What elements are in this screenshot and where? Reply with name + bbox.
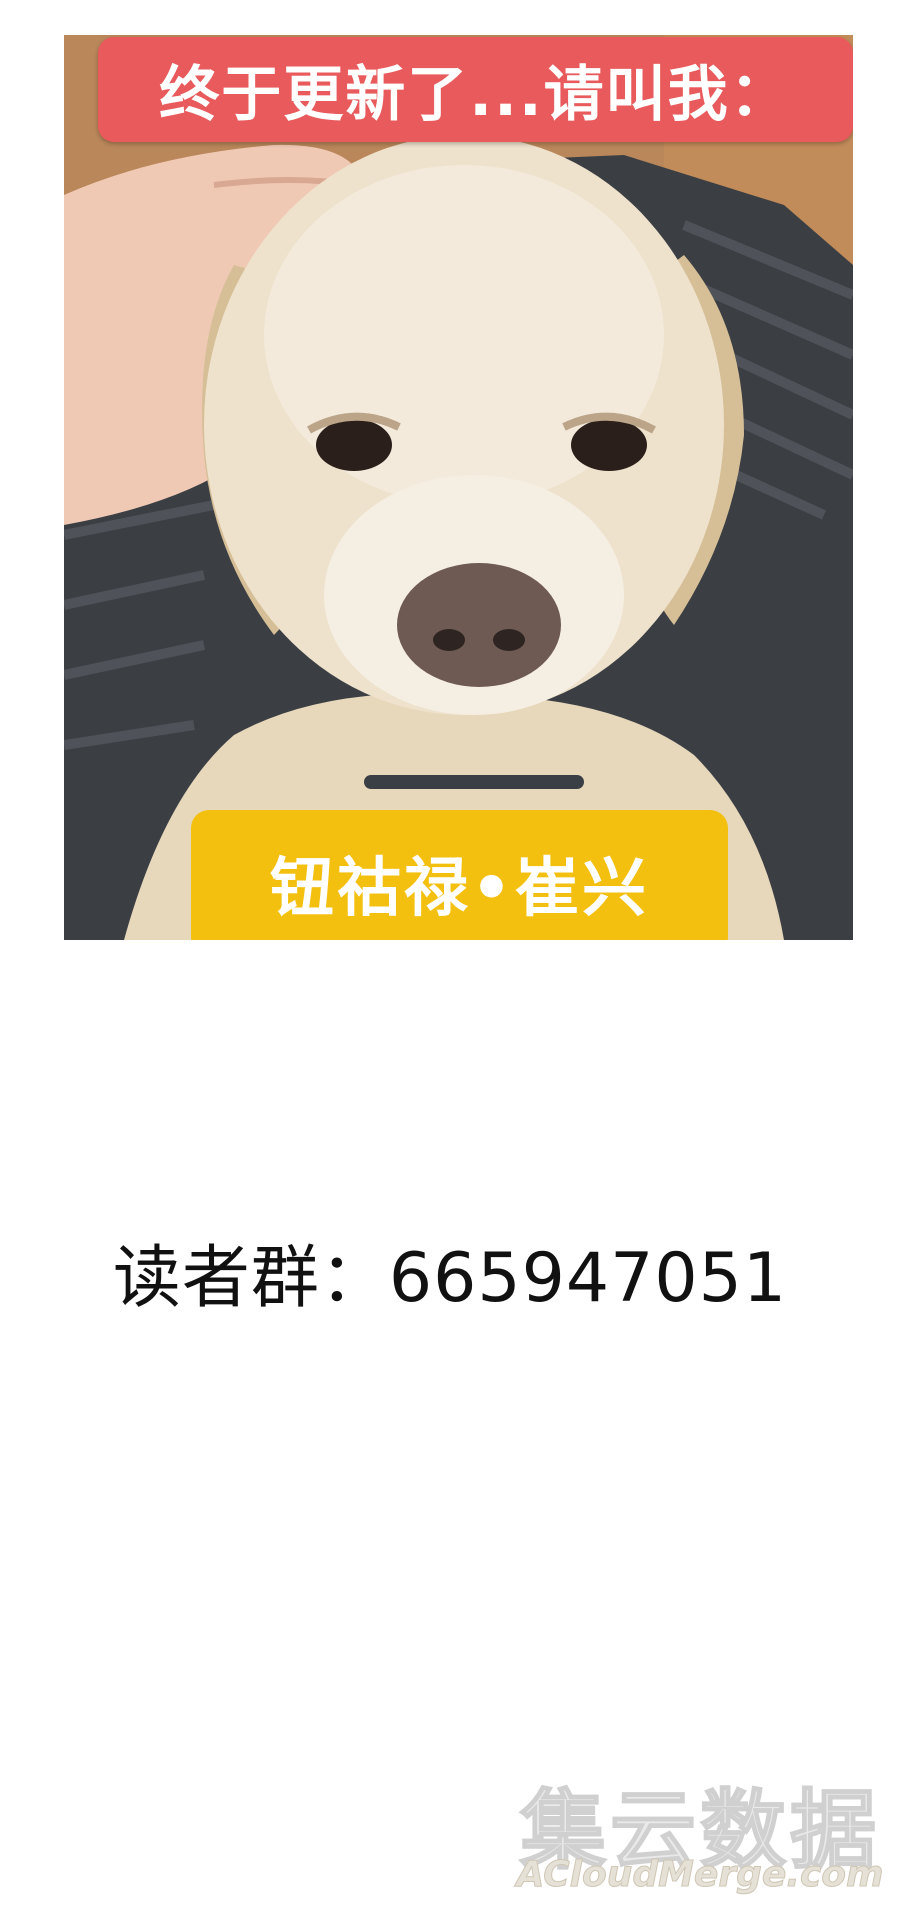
top-caption-banner: 终于更新了...请叫我： (98, 37, 853, 142)
top-caption-text: 终于更新了...请叫我： (159, 60, 792, 130)
watermark-english-text: ACloudMerge.com (516, 1854, 884, 1896)
dog-photo-illustration (64, 35, 853, 940)
watermark-logo: 集云数据 ACloudMerge.com (510, 1760, 890, 1900)
bottom-caption-text: 钮祜禄•崔兴 (270, 851, 649, 926)
bottom-caption-banner: 钮祜禄•崔兴 (191, 810, 728, 940)
dog-meme-image: 终于更新了...请叫我： 钮祜禄•崔兴 (64, 35, 853, 940)
reader-group-text: 读者群：665947051 (112, 1239, 788, 1318)
